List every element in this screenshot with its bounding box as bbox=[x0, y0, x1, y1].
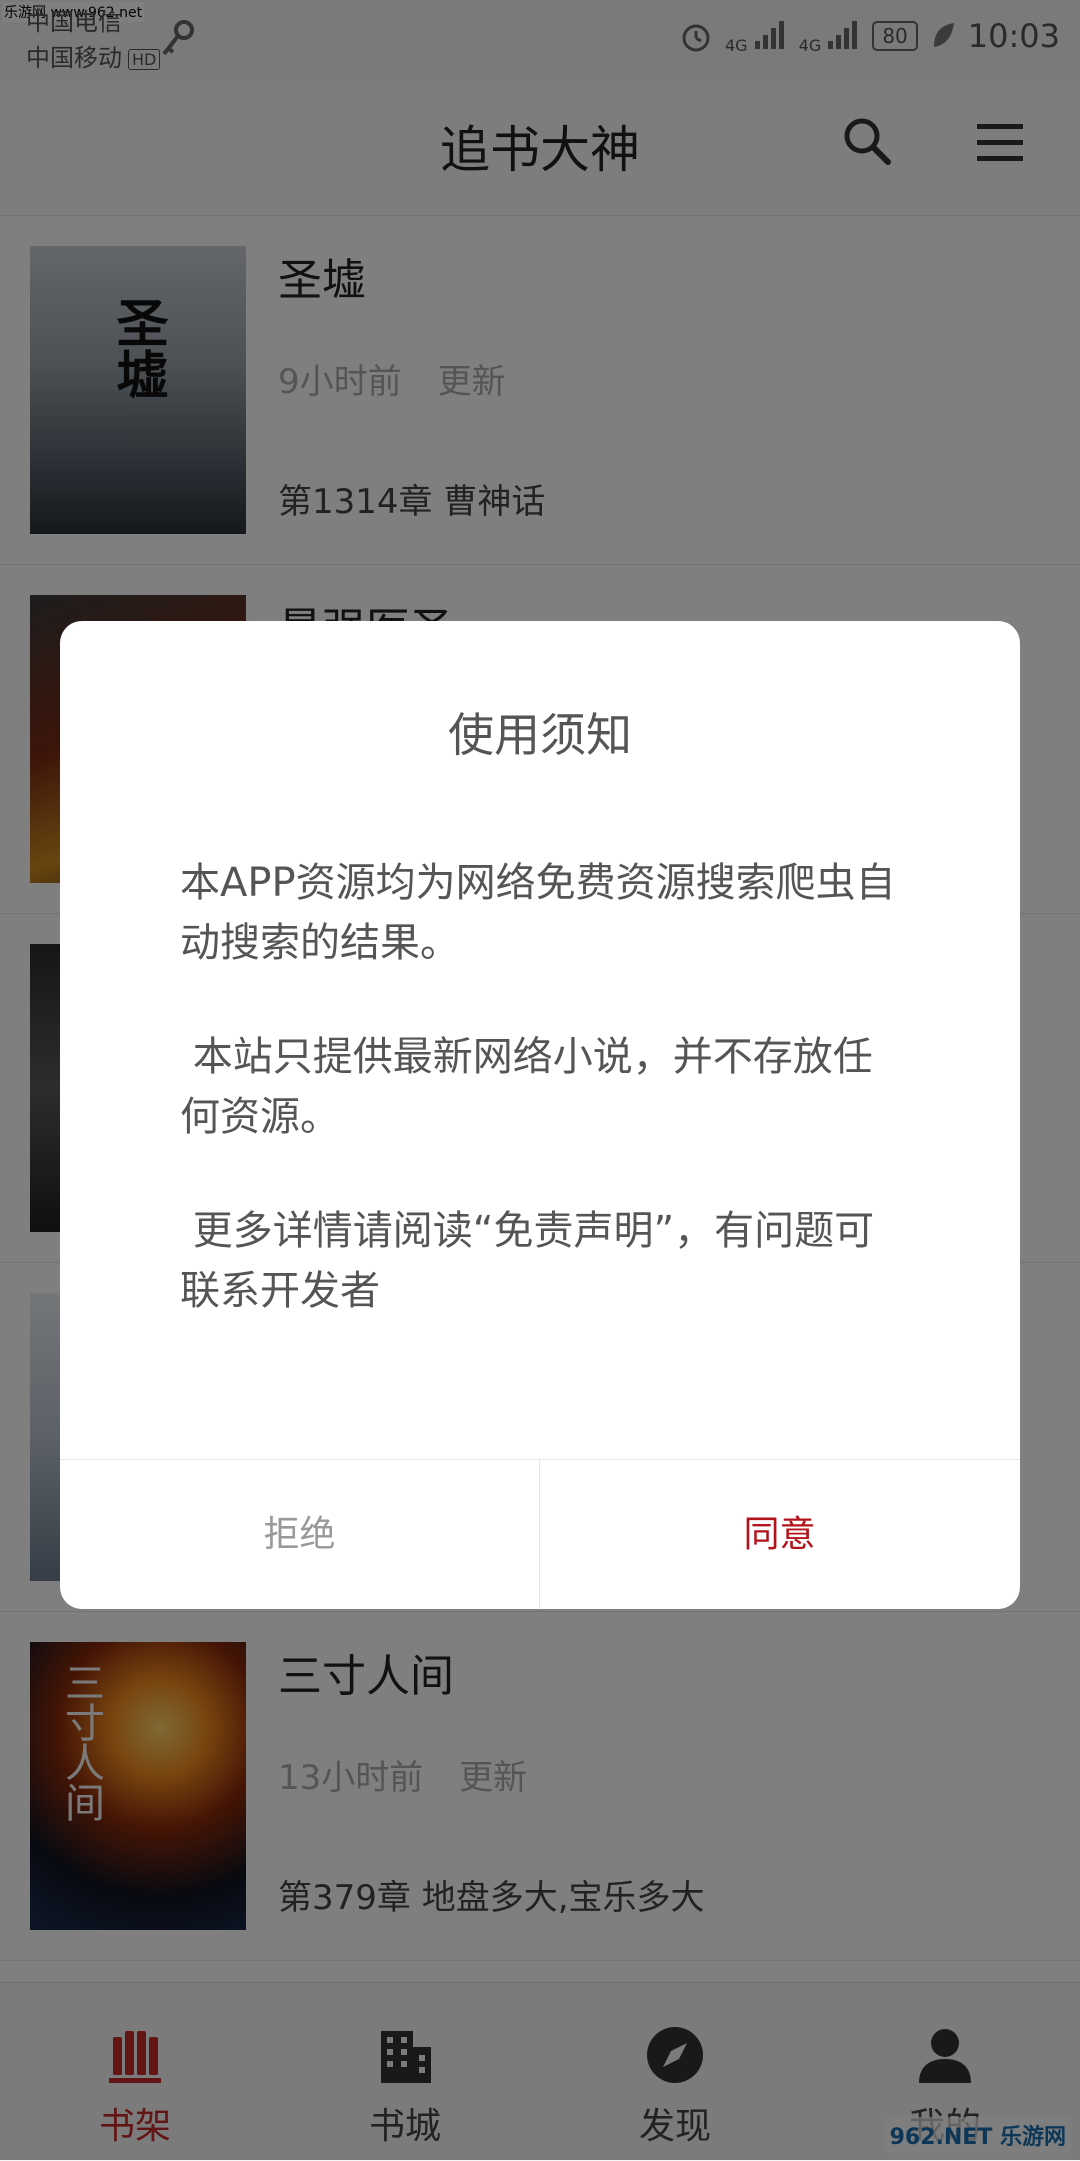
dialog-title: 使用须知 bbox=[448, 708, 632, 762]
dialog-actions: 拒绝 同意 bbox=[60, 1459, 1020, 1609]
dialog-paragraph: 更多详情请阅读“免责声明”，有问题可联系开发者 bbox=[180, 1208, 875, 1314]
dialog-paragraph: 本APP资源均为网络免费资源搜索爬虫自动搜索的结果。 bbox=[180, 860, 896, 966]
usage-notice-dialog: 使用须知 本APP资源均为网络免费资源搜索爬虫自动搜索的结果。 本站只提供最新网… bbox=[60, 621, 1020, 1609]
refuse-button[interactable]: 拒绝 bbox=[60, 1460, 540, 1609]
dialog-body: 本APP资源均为网络免费资源搜索爬虫自动搜索的结果。 本站只提供最新网络小说，并… bbox=[180, 853, 900, 1375]
agree-button[interactable]: 同意 bbox=[540, 1460, 1019, 1609]
dialog-paragraph: 本站只提供最新网络小说，并不存放任何资源。 bbox=[180, 1034, 873, 1140]
